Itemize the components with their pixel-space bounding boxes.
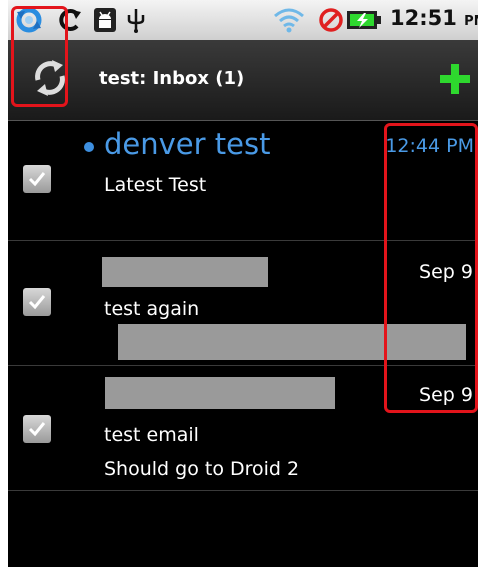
page-title: test: Inbox (1) bbox=[99, 68, 245, 89]
status-bar: 12:51 PM bbox=[8, 0, 478, 40]
unread-indicator bbox=[84, 142, 94, 152]
blocked-icon bbox=[319, 8, 343, 32]
usb-icon bbox=[127, 9, 145, 33]
plus-icon[interactable] bbox=[436, 60, 474, 98]
android-icon bbox=[94, 8, 116, 32]
redacted-sender bbox=[102, 257, 268, 287]
redacted-sender bbox=[105, 377, 335, 409]
wifi-icon bbox=[274, 8, 304, 33]
status-time: 12:51 PM bbox=[390, 6, 478, 30]
message-subject: test email bbox=[104, 424, 199, 446]
message-checkbox[interactable] bbox=[23, 288, 51, 316]
message-snippet: Should go to Droid 2 bbox=[104, 458, 300, 480]
checkmark-icon bbox=[28, 422, 46, 437]
message-subject: test again bbox=[104, 298, 200, 320]
checkmark-icon bbox=[28, 295, 46, 310]
status-time-ampm: PM bbox=[464, 14, 478, 29]
message-sender: denver test bbox=[104, 127, 271, 161]
message-subject: Latest Test bbox=[104, 174, 207, 196]
annotation-box-times bbox=[384, 123, 478, 413]
title-bar: test: Inbox (1) bbox=[8, 40, 478, 121]
annotation-box-icons bbox=[11, 6, 68, 107]
message-checkbox[interactable] bbox=[23, 165, 51, 193]
checkmark-icon bbox=[28, 172, 46, 187]
screenshot: 12:51 PM test: Inbox (1) denver test 12:… bbox=[0, 0, 478, 567]
message-checkbox[interactable] bbox=[23, 415, 51, 443]
battery-charging-icon bbox=[347, 11, 381, 29]
